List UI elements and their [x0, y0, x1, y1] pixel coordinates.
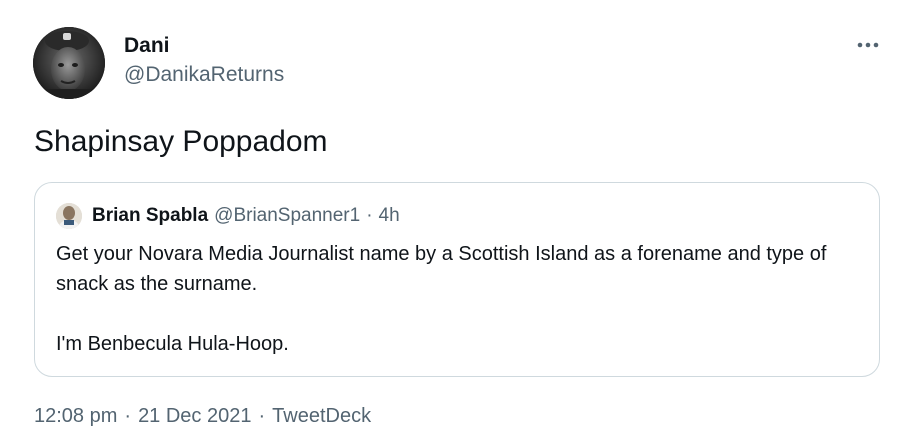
profile-photo-icon — [33, 27, 105, 99]
author-handle[interactable]: @DanikaReturns — [124, 63, 284, 87]
author-avatar[interactable] — [33, 27, 105, 99]
separator-dot: · — [124, 405, 132, 427]
tweet-time[interactable]: 12:08 pm — [34, 405, 117, 427]
quoted-tweet-header: Brian Spabla @BrianSpanner1 · 4h — [56, 203, 400, 229]
quoted-tweet[interactable]: Brian Spabla @BrianSpanner1 · 4h Get you… — [34, 182, 880, 377]
tweet-meta: 12:08 pm · 21 Dec 2021 · TweetDeck — [34, 403, 371, 429]
separator-dot: · — [258, 405, 266, 427]
tweet-text: Shapinsay Poppadom — [34, 125, 328, 158]
quoted-tweet-text: Get your Novara Media Journalist name by… — [56, 239, 856, 359]
profile-photo-icon — [56, 203, 82, 229]
tweet-card: Dani @DanikaReturns Shapinsay Poppadom B… — [0, 0, 910, 446]
author-display-name[interactable]: Dani — [124, 34, 170, 58]
quoted-tweet-paragraph: Get your Novara Media Journalist name by… — [56, 243, 827, 295]
separator-dot: · — [366, 205, 373, 226]
more-horizontal-icon — [857, 42, 879, 48]
quoted-tweet-time[interactable]: 4h — [379, 205, 400, 227]
more-options-button[interactable] — [848, 30, 888, 60]
quoted-author-name[interactable]: Brian Spabla — [92, 205, 208, 227]
quoted-tweet-paragraph: I'm Benbecula Hula-Hoop. — [56, 333, 289, 355]
quoted-author-avatar[interactable] — [56, 203, 82, 229]
tweet-date[interactable]: 21 Dec 2021 — [138, 405, 251, 427]
tweet-source[interactable]: TweetDeck — [272, 405, 371, 427]
quoted-author-handle: @BrianSpanner1 — [214, 205, 361, 226]
